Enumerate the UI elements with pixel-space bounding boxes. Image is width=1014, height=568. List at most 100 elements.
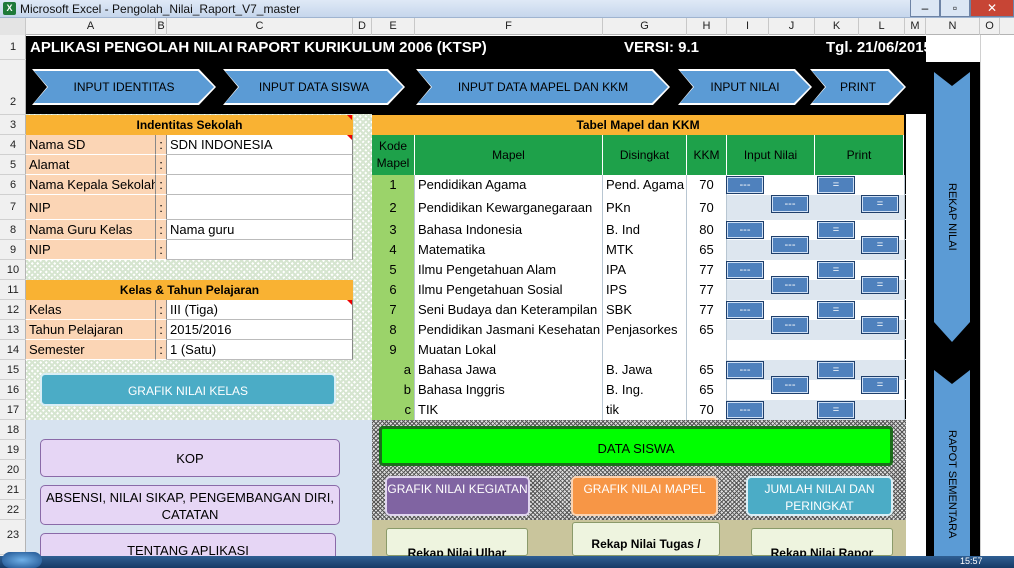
rekap-nilai-rapor-button[interactable]: Rekap Nilai Rapor (751, 528, 893, 560)
grafik-nilai-kegiatan-button[interactable]: GRAFIK NILAI KEGIATAN (385, 476, 530, 516)
row-header-13[interactable]: 13 (0, 320, 26, 340)
mapel-name[interactable]: Pendidikan Kewarganegaraan (415, 195, 603, 220)
mapel-singkat[interactable]: IPS (603, 280, 687, 300)
col-header-m[interactable]: M (905, 18, 926, 35)
row-header-5[interactable]: 5 (0, 155, 26, 175)
row-header-2[interactable]: 2 (0, 60, 26, 115)
input-nilai-button[interactable]: --- (771, 316, 809, 334)
row-header-23[interactable]: 23 (0, 520, 26, 555)
row-header-9[interactable]: 9 (0, 240, 26, 260)
input-nilai-button[interactable]: --- (726, 301, 764, 319)
input-nilai-button[interactable]: INPUT NILAI (680, 71, 810, 103)
row-header-19[interactable]: 19 (0, 440, 26, 460)
input-data-siswa-button[interactable]: INPUT DATA SISWA (225, 71, 403, 103)
input-nilai-button[interactable]: --- (726, 401, 764, 419)
mapel-kkm[interactable]: 65 (687, 360, 727, 380)
mapel-name[interactable]: Bahasa Jawa (415, 360, 603, 380)
mapel-kkm[interactable]: 70 (687, 195, 727, 220)
col-header-b[interactable]: B (156, 18, 167, 35)
col-header-e[interactable]: E (372, 18, 415, 35)
mapel-singkat[interactable]: IPA (603, 260, 687, 280)
row-header-12[interactable]: 12 (0, 300, 26, 320)
row-header-21[interactable]: 21 (0, 480, 26, 500)
row-header-8[interactable]: 8 (0, 220, 26, 240)
row-header-15[interactable]: 15 (0, 360, 26, 380)
mapel-name[interactable]: Muatan Lokal (415, 340, 603, 360)
col-header-i[interactable]: I (727, 18, 769, 35)
mapel-kkm[interactable]: 65 (687, 320, 727, 340)
rekap-nilai-button[interactable]: REKAP NILAI (934, 72, 970, 342)
col-header-h[interactable]: H (687, 18, 727, 35)
restore-button[interactable]: ▫ (940, 0, 970, 17)
row-header-18[interactable]: 18 (0, 420, 26, 440)
row-header-20[interactable]: 20 (0, 460, 26, 480)
absensi-button[interactable]: ABSENSI, NILAI SIKAP, PENGEMBANGAN DIRI,… (40, 485, 340, 525)
print-mapel-button[interactable]: = (861, 316, 899, 334)
row-header-7[interactable]: 7 (0, 195, 26, 220)
print-mapel-button[interactable]: = (817, 401, 855, 419)
mapel-singkat[interactable]: MTK (603, 240, 687, 260)
col-header-f[interactable]: F (415, 18, 603, 35)
kop-button[interactable]: KOP (40, 439, 340, 477)
grafik-nilai-mapel-button[interactable]: GRAFIK NILAI MAPEL (571, 476, 718, 516)
mapel-name[interactable]: Seni Budaya dan Keterampilan (415, 300, 603, 320)
mapel-singkat[interactable]: Pend. Agama (603, 175, 687, 195)
print-mapel-button[interactable]: = (817, 176, 855, 194)
mapel-name[interactable]: Bahasa Indonesia (415, 220, 603, 240)
input-nilai-button[interactable]: --- (726, 261, 764, 279)
row-header-16[interactable]: 16 (0, 380, 26, 400)
value-nip-guru[interactable] (167, 240, 353, 260)
grafik-nilai-kelas-button[interactable]: GRAFIK NILAI KELAS (40, 373, 336, 406)
print-mapel-button[interactable]: = (861, 276, 899, 294)
input-nilai-button[interactable]: --- (771, 195, 809, 213)
value-nama-sd[interactable]: SDN INDONESIA (167, 135, 353, 155)
value-nama-kepala-sekolah[interactable] (167, 175, 353, 195)
row-header-11[interactable]: 11 (0, 280, 26, 300)
jumlah-nilai-peringkat-button[interactable]: JUMLAH NILAI DAN PERINGKAT (746, 476, 893, 516)
minimize-button[interactable]: – (910, 0, 940, 17)
mapel-name[interactable]: Matematika (415, 240, 603, 260)
data-siswa-button[interactable]: DATA SISWA (379, 426, 893, 466)
row-header-1[interactable]: 1 (0, 35, 26, 60)
col-header-g[interactable]: G (603, 18, 687, 35)
input-nilai-button[interactable]: --- (726, 361, 764, 379)
row-header-4[interactable]: 4 (0, 135, 26, 155)
input-nilai-button[interactable]: --- (771, 376, 809, 394)
mapel-kkm[interactable]: 70 (687, 400, 727, 420)
input-nilai-button[interactable]: --- (726, 221, 764, 239)
col-header-j[interactable]: J (769, 18, 815, 35)
mapel-kkm[interactable]: 65 (687, 240, 727, 260)
mapel-kkm[interactable]: 77 (687, 280, 727, 300)
select-all-corner[interactable] (0, 18, 26, 35)
value-alamat[interactable] (167, 155, 353, 175)
mapel-name[interactable]: Pendidikan Agama (415, 175, 603, 195)
mapel-kkm[interactable]: 65 (687, 380, 727, 400)
mapel-kkm[interactable]: 77 (687, 300, 727, 320)
col-header-l[interactable]: L (859, 18, 905, 35)
col-header-k[interactable]: K (815, 18, 859, 35)
print-mapel-button[interactable]: = (817, 301, 855, 319)
print-mapel-button[interactable]: = (861, 195, 899, 213)
col-header-a[interactable]: A (26, 18, 156, 35)
row-header-22[interactable]: 22 (0, 500, 26, 520)
print-mapel-button[interactable]: = (817, 261, 855, 279)
row-header-17[interactable]: 17 (0, 400, 26, 420)
col-header-d[interactable]: D (353, 18, 372, 35)
value-nama-guru-kelas[interactable]: Nama guru (167, 220, 353, 240)
rekap-nilai-tugas-button[interactable]: Rekap Nilai Tugas / (572, 522, 720, 556)
row-header-14[interactable]: 14 (0, 340, 26, 360)
value-nip-kepala[interactable] (167, 195, 353, 220)
input-data-mapel-button[interactable]: INPUT DATA MAPEL DAN KKM (418, 71, 668, 103)
input-nilai-button[interactable]: --- (771, 276, 809, 294)
close-button[interactable]: ✕ (970, 0, 1014, 17)
value-semester[interactable]: 1 (Satu) (167, 340, 353, 360)
mapel-singkat[interactable]: B. Ind (603, 220, 687, 240)
mapel-name[interactable]: Ilmu Pengetahuan Alam (415, 260, 603, 280)
col-header-o[interactable]: O (980, 18, 1000, 35)
mapel-singkat[interactable]: B. Ing. (603, 380, 687, 400)
row-header-3[interactable]: 3 (0, 115, 26, 135)
mapel-kkm[interactable] (687, 340, 727, 360)
mapel-singkat[interactable]: tik (603, 400, 687, 420)
start-button-icon[interactable] (2, 552, 42, 568)
mapel-name[interactable]: Bahasa Inggris (415, 380, 603, 400)
